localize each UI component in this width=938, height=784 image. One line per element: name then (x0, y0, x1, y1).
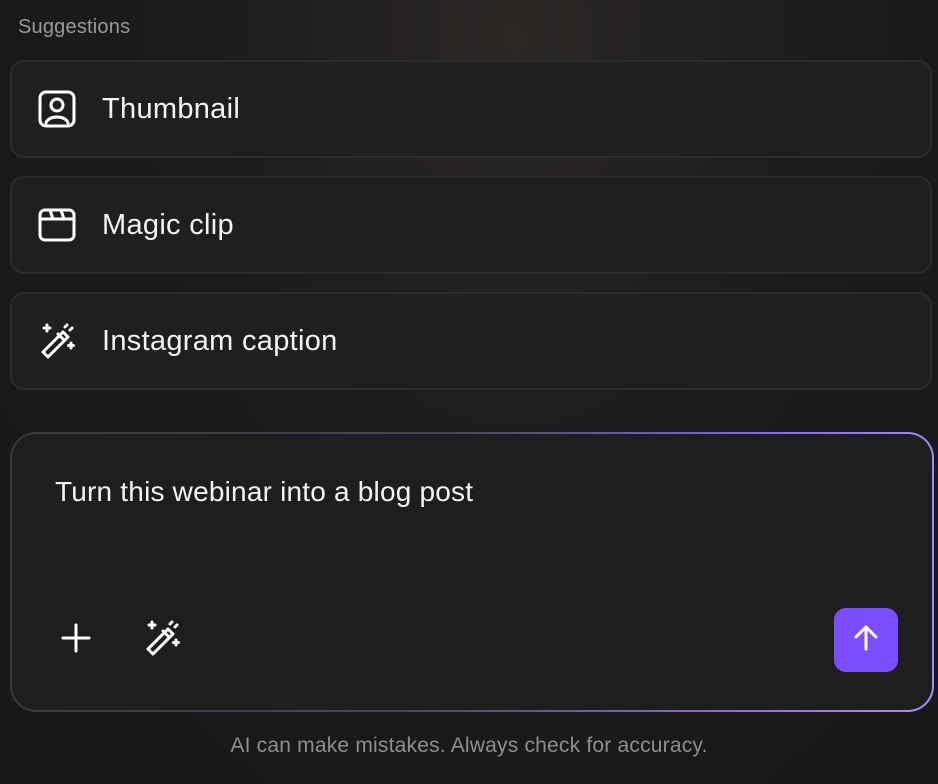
suggestion-thumbnail[interactable]: Thumbnail (10, 60, 932, 158)
prompt-input[interactable]: Turn this webinar into a blog post (55, 476, 473, 508)
plus-icon (60, 622, 92, 659)
suggestion-magic-clip[interactable]: Magic clip (10, 176, 932, 274)
suggestion-label: Magic clip (102, 208, 234, 241)
suggestion-label: Instagram caption (102, 324, 338, 357)
accuracy-disclaimer: AI can make mistakes. Always check for a… (230, 734, 708, 757)
enhance-prompt-button[interactable] (136, 614, 188, 666)
prompt-composer-body: Turn this webinar into a blog post (12, 434, 932, 710)
arrow-up-icon (851, 623, 881, 658)
prompt-composer: Turn this webinar into a blog post (10, 432, 934, 712)
suggestion-label: Thumbnail (102, 92, 241, 125)
add-attachment-button[interactable] (50, 614, 102, 666)
send-button[interactable] (834, 608, 898, 672)
suggestion-instagram-caption[interactable]: Instagram caption (10, 292, 932, 390)
magic-wand-icon (142, 618, 182, 663)
suggestions-heading: Suggestions (18, 16, 131, 38)
clapperboard-icon (36, 204, 78, 246)
magic-wand-icon (36, 320, 78, 362)
portrait-frame-icon (36, 88, 78, 130)
